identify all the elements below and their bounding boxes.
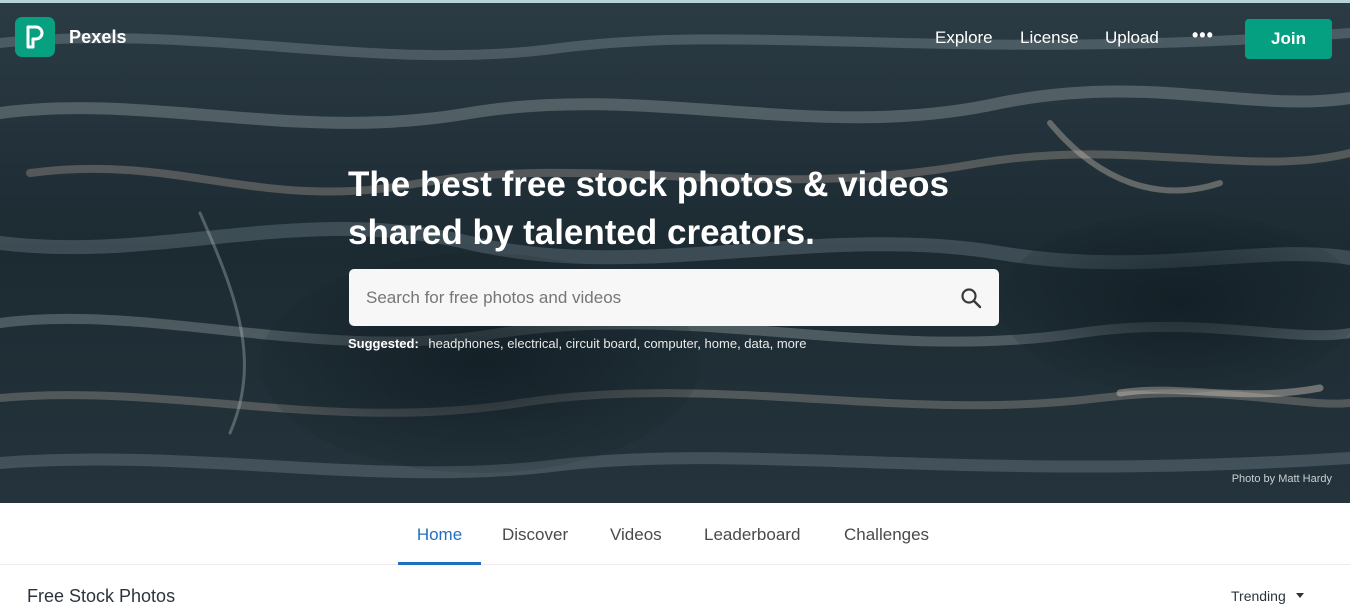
join-button[interactable]: Join [1245,19,1332,59]
tab-discover[interactable]: Discover [502,525,568,545]
top-navigation-bar: Pexels Explore License Upload ••• Join [0,3,1350,75]
hero-headline: The best free stock photos & videos shar… [348,161,1008,257]
search-bar [349,269,999,326]
nav-upload[interactable]: Upload [1105,28,1159,48]
search-input[interactable] [349,269,939,326]
suggested-item[interactable]: circuit board [566,336,637,351]
suggested-item[interactable]: home [705,336,738,351]
suggested-separator: , [769,336,777,351]
pexels-logo-icon[interactable] [15,17,55,57]
suggested-label: Suggested: [348,336,419,351]
brand-name[interactable]: Pexels [69,27,127,48]
section-title: Free Stock Photos [27,586,176,606]
nav-explore[interactable]: Explore [935,28,993,48]
search-icon[interactable] [959,286,983,310]
headline-line-2: shared by talented creators. [348,213,815,252]
tab-videos[interactable]: Videos [610,525,662,545]
tab-challenges[interactable]: Challenges [844,525,929,545]
suggested-separator: , [697,336,705,351]
suggested-item[interactable]: electrical [507,336,558,351]
nav-license[interactable]: License [1020,28,1079,48]
hero-section: Pexels Explore License Upload ••• Join T… [0,0,1350,503]
tab-home[interactable]: Home [398,525,481,545]
sort-value: Trending [1231,588,1286,604]
suggested-separator: , [558,336,566,351]
photo-credit-link[interactable]: Photo by Matt Hardy [1232,473,1332,485]
headline-line-1: The best free stock photos & videos [348,165,949,204]
chevron-down-icon [1295,592,1304,598]
main-tabs: Home Discover Videos Leaderboard Challen… [0,503,1350,565]
suggested-searches: Suggested: headphones, electrical, circu… [348,336,806,351]
suggested-item[interactable]: computer [644,336,697,351]
suggested-item[interactable]: headphones [428,336,500,351]
ellipsis-icon[interactable]: ••• [1192,26,1214,44]
tab-leaderboard[interactable]: Leaderboard [704,525,800,545]
logo-glyph [26,25,44,49]
suggested-separator: , [636,336,644,351]
suggested-item[interactable]: data [744,336,769,351]
suggested-more-link[interactable]: more [777,336,807,351]
sort-dropdown[interactable]: Trending [1231,588,1304,604]
active-tab-indicator [398,562,481,565]
